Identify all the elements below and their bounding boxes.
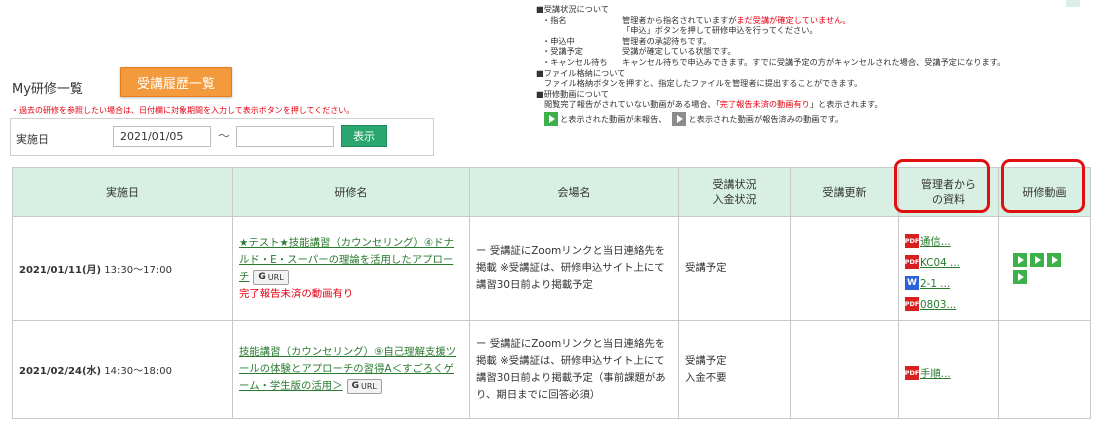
col-header-status-line1: 受講状況 bbox=[712, 178, 757, 191]
col-header-status-line2: 入金状況 bbox=[712, 193, 757, 206]
course-cell: 技能講習（カウンセリング）⑨自己理解支援ツールの体験とアプローチの習得A＜すごろ… bbox=[232, 320, 470, 419]
note-key: ・指名 bbox=[542, 14, 567, 25]
unreported-play-icon bbox=[544, 111, 558, 126]
search-date-label: 実施日 bbox=[16, 133, 49, 146]
note-row-scheduled: ・受講予定 受講が確定している状態です。 bbox=[536, 46, 1096, 57]
zoom-url-button[interactable]: G URL bbox=[346, 378, 382, 394]
row-time: 13:30〜17:00 bbox=[104, 265, 172, 276]
file-link[interactable]: KC04 ... bbox=[920, 257, 960, 269]
videos-cell bbox=[998, 216, 1091, 321]
file-note: ファイル格納ボタンを押すと、指定したファイルを管理者に提出することができます。 bbox=[544, 78, 863, 89]
date-cell: 2021/01/11(月) 13:30〜17:00 bbox=[12, 216, 233, 321]
unreported-video-warning: 完了報告未済の動画有り bbox=[239, 288, 354, 300]
col-header-venue: 会場名 bbox=[469, 167, 679, 217]
row-date: 2021/01/11(月) bbox=[19, 265, 102, 276]
video-note: 閲覧完了報告がされていない動画がある場合、「完了報告未済の動画有り」と表示されま… bbox=[536, 99, 1096, 110]
video-note-red: 完了報告未済の動画有り bbox=[719, 99, 810, 110]
note-row-nominated: ・指名 管理者から指名されていますがまだ受講が確定していません。 bbox=[536, 15, 1096, 26]
video-play-icon[interactable] bbox=[1030, 253, 1044, 267]
file-item[interactable]: PDF 通信... bbox=[905, 227, 992, 248]
note-key: ・キャンセル待ち bbox=[542, 56, 608, 67]
note-text: 受講が確定している状態です。 bbox=[622, 46, 736, 57]
date-to-input[interactable] bbox=[236, 126, 334, 147]
pdf-icon: PDF bbox=[905, 296, 919, 311]
file-link[interactable]: 手順... bbox=[920, 365, 951, 380]
venue-cell: ー 受講証にZoomリンクと当日連絡先を掲載 ※受講証は、研修申込サイト上にて講… bbox=[469, 320, 679, 419]
file-link[interactable]: 通信... bbox=[920, 233, 951, 248]
globe-icon: G bbox=[351, 381, 359, 391]
page-title: My研修一覧 bbox=[12, 82, 83, 97]
history-list-button[interactable]: 受講履歴一覧 bbox=[120, 67, 232, 97]
file-link[interactable]: 2-1 ... bbox=[920, 278, 950, 290]
materials-cell: PDF 通信... PDF KC04 ... W 2-1 ... PDF 0803... bbox=[898, 216, 999, 321]
note-key: ・受講予定 bbox=[542, 46, 583, 57]
col-header-update: 受講更新 bbox=[790, 167, 899, 217]
date-range-separator: 〜 bbox=[218, 129, 231, 143]
video-note-text: 閲覧完了報告がされていない動画がある場合、「 bbox=[544, 99, 720, 110]
col-header-date: 実施日 bbox=[12, 167, 233, 217]
video-note-text-end: 」と表示されます。 bbox=[809, 99, 883, 110]
pdf-icon: PDF bbox=[905, 233, 919, 248]
attendance-status: 受講予定 bbox=[685, 262, 727, 274]
video-heading: ■研修動画について bbox=[536, 88, 609, 99]
pdf-icon: PDF bbox=[905, 254, 919, 269]
pdf-icon: PDF bbox=[905, 366, 919, 380]
row-date: 2021/02/24(水) bbox=[19, 366, 102, 377]
venue-cell: ー 受講証にZoomリンクと当日連絡先を掲載 ※受講証は、研修申込サイト上にて講… bbox=[469, 216, 679, 321]
video-legend-text-2: と表示された動画が報告済みの動画です。 bbox=[688, 113, 844, 124]
show-button[interactable]: 表示 bbox=[341, 125, 387, 147]
status-heading: ■受講状況について bbox=[536, 4, 609, 14]
zoom-url-button[interactable]: G URL bbox=[253, 269, 289, 285]
file-link[interactable]: 0803... bbox=[920, 299, 956, 311]
video-play-icon[interactable] bbox=[1013, 270, 1027, 284]
attendance-status: 受講予定 bbox=[685, 354, 727, 367]
note-text-red: まだ受講が確定していません。 bbox=[736, 14, 851, 25]
file-item[interactable]: W 2-1 ... bbox=[905, 269, 992, 290]
note-row-applying: ・申込中 管理者の承認待ちです。 bbox=[536, 36, 1096, 47]
table-row: 2021/02/24(水) 14:30〜18:00 技能講習（カウンセリング）⑨… bbox=[12, 320, 1091, 419]
payment-status: 入金不要 bbox=[685, 371, 727, 384]
videos-cell bbox=[998, 320, 1091, 419]
update-cell bbox=[790, 320, 899, 419]
note-text: 「申込」ボタンを押して研修申込を行ってください。 bbox=[622, 25, 818, 36]
reported-play-icon bbox=[672, 111, 687, 126]
table-row: 2021/01/11(月) 13:30〜17:00 ★テスト★技能講習（カウンセ… bbox=[12, 216, 1091, 321]
highlight-videos-header bbox=[1001, 159, 1085, 213]
video-legend: と表示された動画が未報告、 と表示された動画が報告済みの動画です。 bbox=[536, 111, 1096, 126]
note-text: 管理者から指名されていますが bbox=[622, 14, 737, 25]
note-row-nominated-2: 「申込」ボタンを押して研修申込を行ってください。 bbox=[536, 25, 1096, 36]
file-item[interactable]: PDF 手順... bbox=[905, 359, 992, 380]
note-row-waitlist: ・キャンセル待ち キャンセル待ちで申込みできます。すでに受講予定の方がキャンセル… bbox=[536, 57, 1096, 68]
date-from-input[interactable] bbox=[113, 126, 211, 147]
video-list bbox=[1013, 253, 1073, 284]
search-hint: ・過去の研修を参照したい場合は、日付欄に対象期間を入力して表示ボタンを押してくだ… bbox=[11, 106, 355, 115]
status-cell: 受講予定 入金不要 bbox=[678, 320, 791, 419]
note-key: ・申込中 bbox=[542, 35, 575, 46]
video-play-icon[interactable] bbox=[1047, 253, 1061, 267]
highlight-materials-header bbox=[894, 159, 990, 213]
video-legend-text-1: と表示された動画が未報告、 bbox=[560, 113, 667, 124]
file-item[interactable]: PDF 0803... bbox=[905, 290, 992, 311]
word-icon: W bbox=[905, 275, 919, 290]
update-cell bbox=[790, 216, 899, 321]
date-cell: 2021/02/24(水) 14:30〜18:00 bbox=[12, 320, 233, 419]
course-cell: ★テスト★技能講習（カウンセリング）④ドナルド・E・スーパーの理論を活用したアプ… bbox=[232, 216, 470, 321]
globe-icon: G bbox=[258, 272, 266, 282]
materials-cell: PDF 手順... bbox=[898, 320, 999, 419]
note-text: 管理者の承認待ちです。 bbox=[622, 35, 712, 46]
video-play-icon[interactable] bbox=[1013, 253, 1027, 267]
note-text: キャンセル待ちで申込みできます。すでに受講予定の方がキャンセルされた場合、受講予… bbox=[622, 56, 1006, 67]
status-cell: 受講予定 bbox=[678, 216, 791, 321]
col-header-course: 研修名 bbox=[232, 167, 470, 217]
row-time: 14:30〜18:00 bbox=[104, 366, 172, 377]
col-header-status: 受講状況 入金状況 bbox=[678, 167, 791, 217]
file-heading: ■ファイル格納について bbox=[536, 67, 626, 78]
file-item[interactable]: PDF KC04 ... bbox=[905, 248, 992, 269]
legend-notes: ■受講状況について ・指名 管理者から指名されていますがまだ受講が確定していませ… bbox=[536, 4, 1096, 126]
